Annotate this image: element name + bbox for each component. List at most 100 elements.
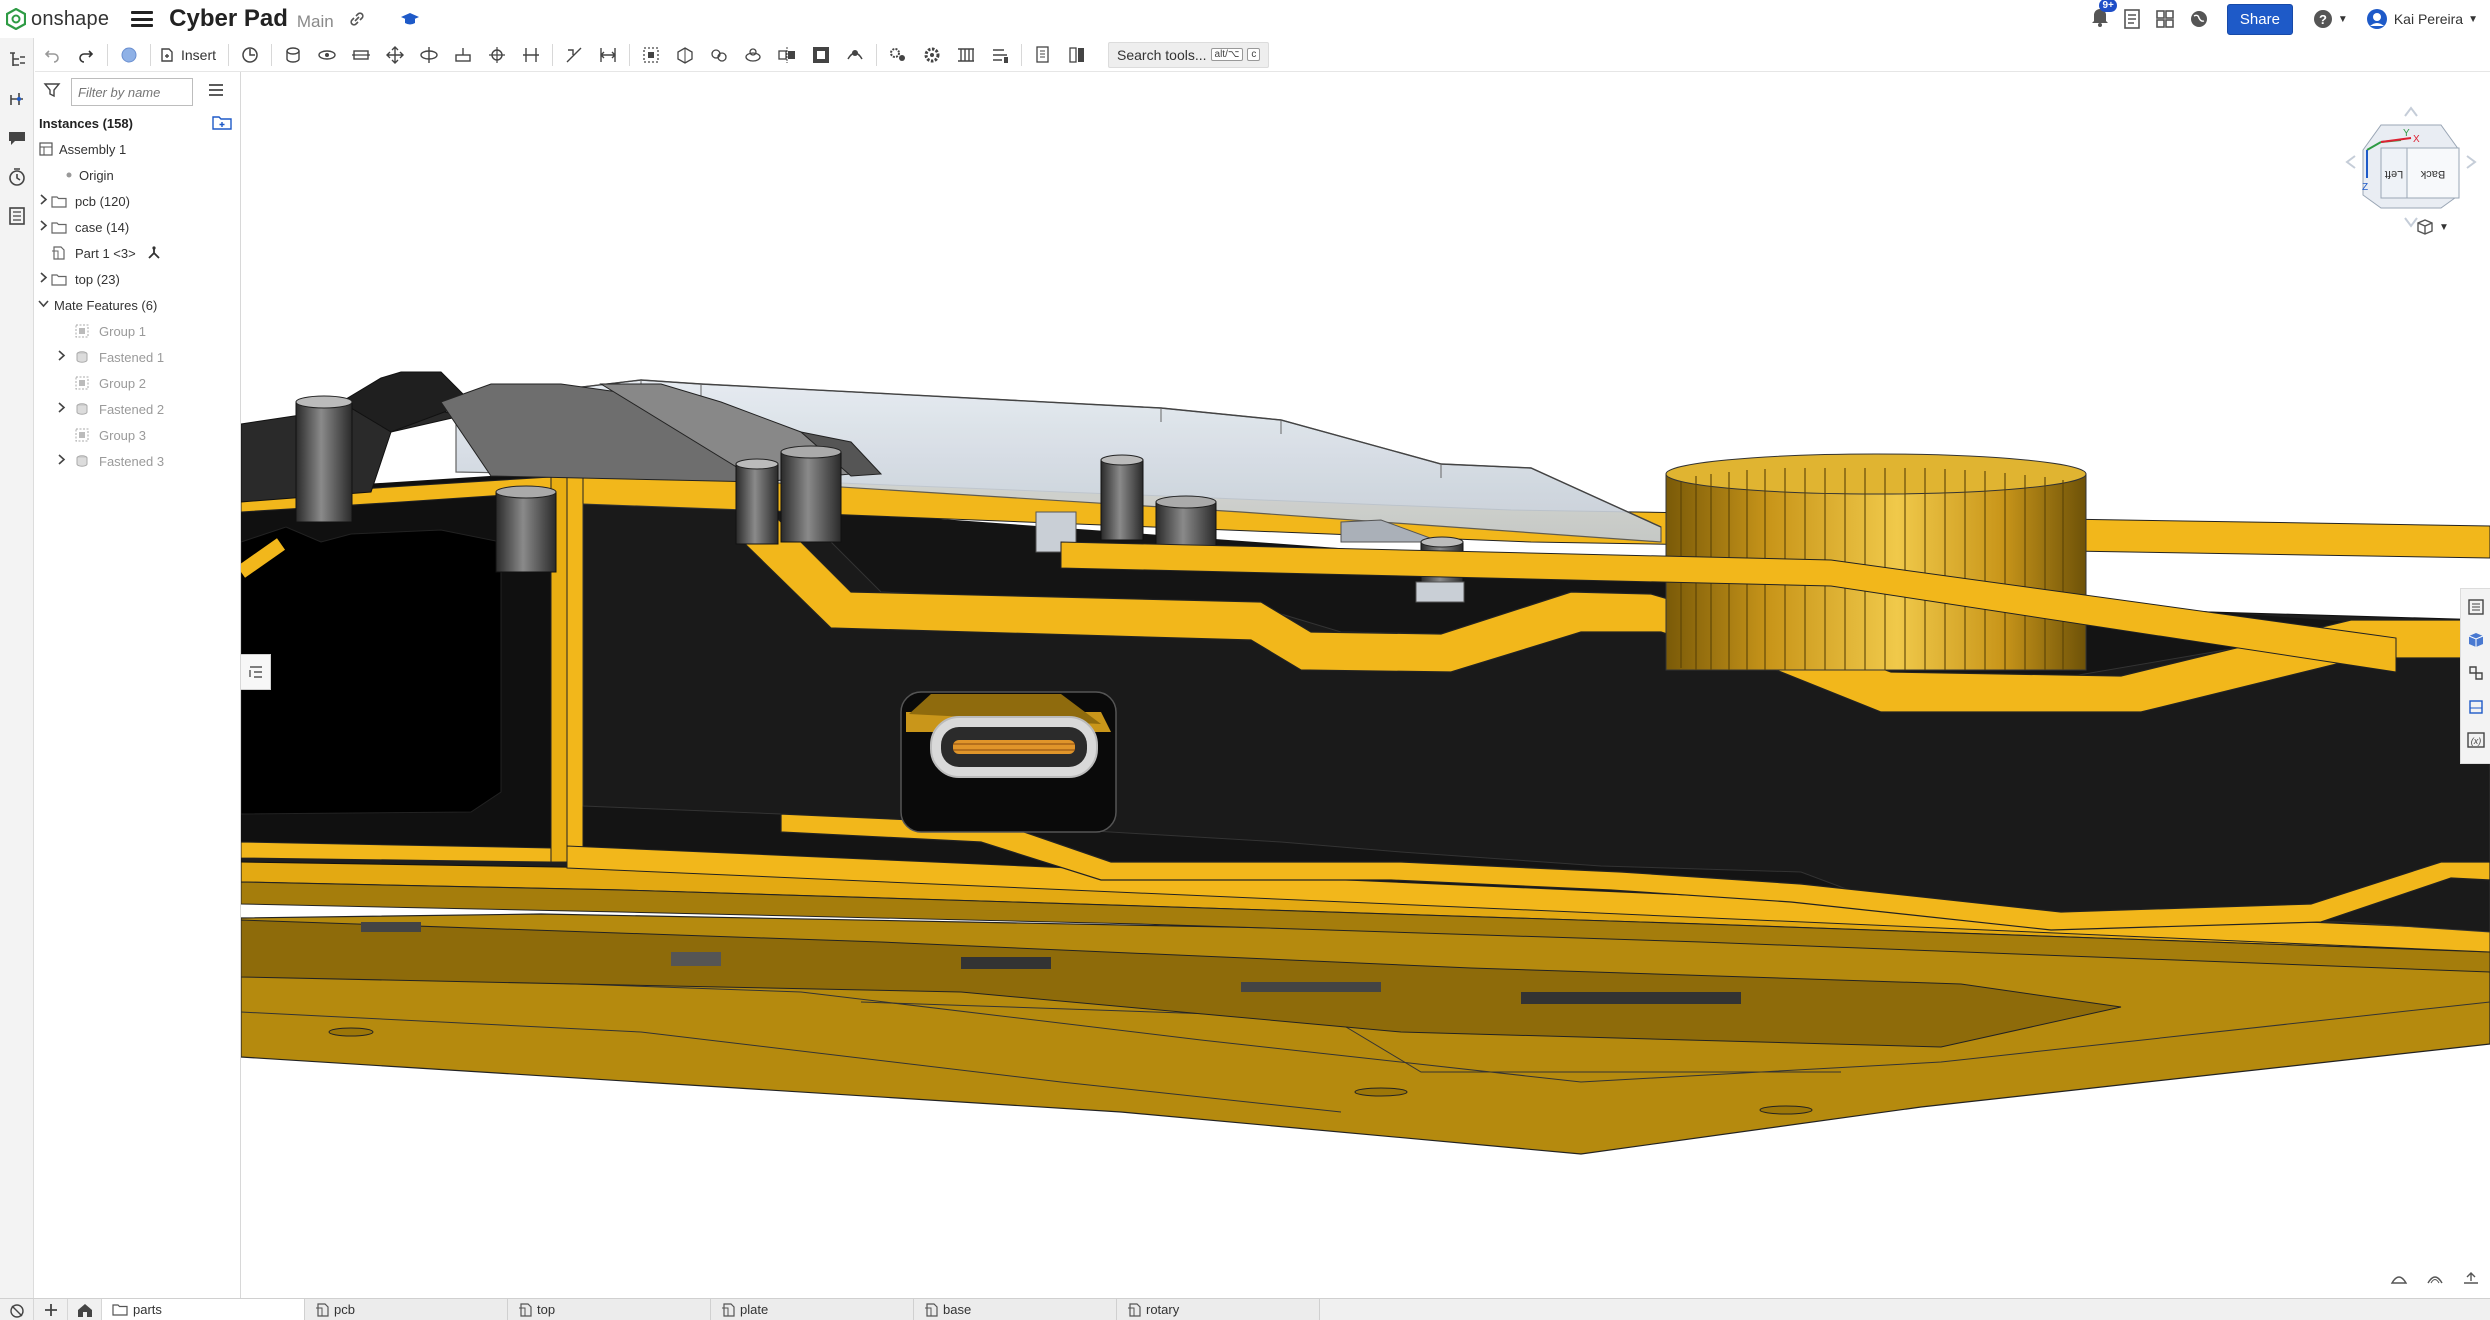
list-view-icon[interactable] — [207, 82, 225, 103]
width-mate-icon[interactable] — [595, 42, 621, 68]
filter-by-name-input[interactable] — [71, 78, 193, 106]
tree-item-part-1-3[interactable]: Part 1 <3> — [35, 240, 240, 266]
tree-item-case-14[interactable]: case (14) — [35, 214, 240, 240]
comments-icon[interactable] — [7, 128, 27, 153]
ball-mate-icon[interactable] — [484, 42, 510, 68]
chevron-right-icon[interactable] — [55, 402, 67, 416]
app-store-icon[interactable] — [2155, 9, 2175, 29]
tab-pcb[interactable]: pcb — [305, 1299, 508, 1320]
link-icon[interactable] — [348, 10, 366, 28]
circular-pattern-icon[interactable] — [740, 42, 766, 68]
svg-text:(x): (x) — [2470, 736, 2481, 746]
globe-icon[interactable] — [2189, 9, 2209, 29]
tangent-mate-icon[interactable] — [561, 42, 587, 68]
tree-item-mate-features-6[interactable]: Mate Features (6) — [35, 292, 240, 318]
document-title[interactable]: Cyber Pad — [169, 5, 288, 33]
shortcut-key-alt: alt/⌥ — [1210, 48, 1244, 61]
tree-item-origin[interactable]: Origin — [35, 162, 240, 188]
tree-item-group-3[interactable]: Group 3 — [35, 422, 240, 448]
tree-item-fastened-3[interactable]: Fastened 3 — [35, 448, 240, 474]
share-button[interactable]: Share — [2226, 3, 2293, 35]
logo-text: onshape — [31, 7, 110, 30]
tree-item-assembly-1[interactable]: Assembly 1 — [35, 136, 240, 162]
tree-item-fastened-2[interactable]: Fastened 2 — [35, 396, 240, 422]
version-graph-icon[interactable] — [116, 42, 142, 68]
tab-top[interactable]: top — [508, 1299, 711, 1320]
history-icon[interactable] — [7, 167, 27, 192]
mass-properties-icon[interactable] — [2467, 664, 2485, 687]
ground-plane-icon[interactable] — [2462, 1271, 2480, 1290]
replicate-icon[interactable] — [237, 42, 263, 68]
parallel-mate-icon[interactable] — [518, 42, 544, 68]
tree-item-top-23[interactable]: top (23) — [35, 266, 240, 292]
mate-connector-icon[interactable] — [7, 89, 27, 114]
search-tools-input[interactable]: Search tools... alt/⌥ c — [1108, 41, 1270, 68]
onshape-logo[interactable]: onshape — [6, 8, 109, 31]
tab-parts[interactable]: parts — [102, 1299, 305, 1320]
chevron-right-icon[interactable] — [55, 454, 67, 468]
linear-pattern-icon[interactable] — [706, 42, 732, 68]
display-mode-icon[interactable] — [2390, 1271, 2408, 1290]
search-tools-label: Search tools... — [1117, 46, 1207, 63]
new-folder-icon[interactable] — [212, 114, 232, 133]
group-icon — [75, 324, 89, 338]
add-tab-button[interactable] — [34, 1299, 68, 1320]
undo-icon[interactable] — [39, 42, 65, 68]
model-3d-view[interactable] — [241, 72, 2490, 1298]
tree-item-pcb-120[interactable]: pcb (120) — [35, 188, 240, 214]
tree-item-fastened-1[interactable]: Fastened 1 — [35, 344, 240, 370]
mate-connector-tool-icon[interactable] — [672, 42, 698, 68]
variables-icon[interactable]: (x) — [2466, 731, 2485, 754]
view-options-dropdown[interactable]: ▼ — [2416, 218, 2449, 236]
chevron-down-icon[interactable] — [37, 298, 49, 312]
bill-of-materials-icon[interactable] — [7, 206, 27, 231]
rack-pinion-icon[interactable] — [953, 42, 979, 68]
expand-panel-button[interactable] — [241, 654, 271, 690]
view-cube[interactable]: Left Back Y X Z — [2341, 90, 2481, 235]
mirror-icon[interactable] — [774, 42, 800, 68]
feedback-icon[interactable] — [0, 1299, 34, 1320]
gear-icon[interactable] — [919, 42, 945, 68]
help-menu[interactable]: ? ▼ — [2313, 9, 2348, 29]
filter-icon[interactable] — [43, 81, 61, 104]
feature-list-icon[interactable] — [7, 50, 27, 75]
chevron-right-icon[interactable] — [37, 220, 49, 234]
notifications-button[interactable]: 9+ — [2091, 0, 2117, 32]
tab-rotary[interactable]: rotary — [1117, 1299, 1320, 1320]
chevron-right-icon[interactable] — [37, 194, 49, 208]
group-icon[interactable] — [638, 42, 664, 68]
tab-plate[interactable]: plate — [711, 1299, 914, 1320]
redo-icon[interactable] — [73, 42, 99, 68]
render-mode-icon[interactable] — [2426, 1271, 2444, 1290]
fastened-mate-icon[interactable] — [280, 42, 306, 68]
user-menu[interactable]: Kai Pereira ▼ — [2366, 8, 2478, 30]
main-menu-button[interactable] — [131, 11, 154, 27]
home-icon[interactable] — [68, 1299, 102, 1320]
part-icon — [51, 246, 65, 260]
measure-icon[interactable] — [1030, 42, 1056, 68]
learning-center-icon[interactable] — [400, 11, 420, 27]
screw-relation-icon[interactable] — [987, 42, 1013, 68]
chevron-right-icon[interactable] — [55, 350, 67, 364]
animate-icon[interactable] — [842, 42, 868, 68]
revolute-mate-icon[interactable] — [314, 42, 340, 68]
named-views-icon[interactable] — [2467, 698, 2485, 721]
tree-item-group-2[interactable]: Group 2 — [35, 370, 240, 396]
planar-mate-icon[interactable] — [382, 42, 408, 68]
appearance-icon[interactable] — [2467, 598, 2485, 621]
tree-item-group-1[interactable]: Group 1 — [35, 318, 240, 344]
slider-mate-icon[interactable] — [348, 42, 374, 68]
section-view-icon[interactable] — [1064, 42, 1090, 68]
gear-relation-icon[interactable] — [885, 42, 911, 68]
chevron-right-icon[interactable] — [37, 272, 49, 286]
tab-base[interactable]: base — [914, 1299, 1117, 1320]
pin-slot-mate-icon[interactable] — [450, 42, 476, 68]
graphics-viewport[interactable]: Left Back Y X Z ▼ (x) — [241, 72, 2490, 1298]
exploded-view-icon[interactable] — [808, 42, 834, 68]
insert-button[interactable]: Insert — [159, 47, 216, 63]
branch-name[interactable]: Main — [297, 12, 334, 32]
document-icon[interactable] — [2123, 9, 2141, 29]
axis-z-label: Z — [2362, 182, 2368, 193]
cylindrical-mate-icon[interactable] — [416, 42, 442, 68]
configurations-icon[interactable] — [2467, 631, 2485, 654]
